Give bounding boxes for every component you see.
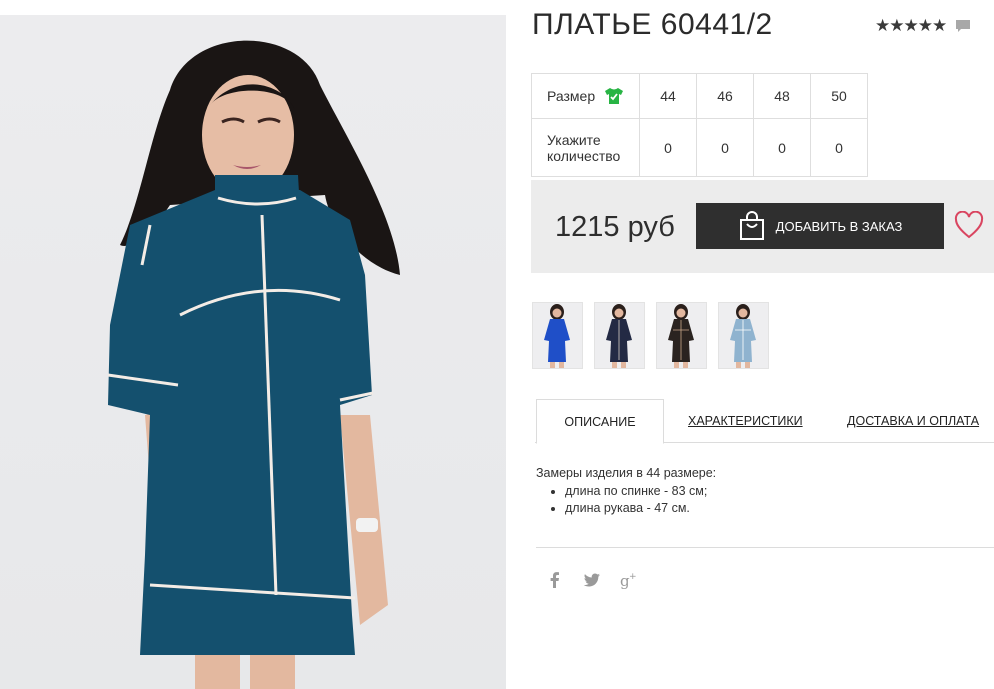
- product-title: ПЛАТЬЕ 60441/2: [532, 8, 773, 41]
- color-variants: [532, 302, 780, 369]
- add-to-order-button[interactable]: ДОБАВИТЬ В ЗАКАЗ: [696, 203, 944, 249]
- add-to-order-label: ДОБАВИТЬ В ЗАКАЗ: [775, 218, 903, 234]
- comment-icon[interactable]: [955, 18, 971, 34]
- size-50: 50: [810, 73, 868, 119]
- quantity-label: Укажите количество: [531, 118, 640, 177]
- buy-panel: 1215 руб ДОБАВИТЬ В ЗАКАЗ: [531, 180, 994, 273]
- tshirt-icon[interactable]: [604, 86, 624, 106]
- quantity-input-44[interactable]: 0: [639, 118, 697, 177]
- dress-thumbnail-blue: [544, 304, 570, 368]
- size-row: Размер 44 46 48 50: [531, 73, 868, 119]
- size-48: 48: [753, 73, 811, 119]
- product-price: 1215 руб: [555, 211, 675, 243]
- tab-delivery-payment[interactable]: ДОСТАВКА И ОПЛАТА: [847, 399, 979, 443]
- description-list: длина по спинке - 83 см; длина рукава - …: [536, 484, 716, 515]
- description-intro: Замеры изделия в 44 размере:: [536, 466, 717, 480]
- model-in-dress-illustration: [107, 40, 400, 689]
- social-share: g +: [546, 571, 657, 589]
- section-divider: [536, 547, 994, 548]
- description-item: длина по спинке - 83 см;: [565, 484, 716, 498]
- quantity-value: 0: [664, 139, 672, 156]
- quantity-value: 0: [835, 139, 843, 156]
- dress-thumbnail-black: [668, 304, 694, 368]
- quantity-input-50[interactable]: 0: [810, 118, 868, 177]
- variant-thumbnail-blue[interactable]: [532, 302, 583, 369]
- facebook-icon[interactable]: [546, 571, 564, 589]
- variant-thumbnail-black[interactable]: [656, 302, 707, 369]
- quantity-value: 0: [778, 139, 786, 156]
- heart-icon[interactable]: [954, 211, 984, 239]
- size-quantity-table: Размер 44 46 48 50 Укажите количество 0 …: [531, 73, 868, 177]
- quantity-value: 0: [721, 139, 729, 156]
- dress-thumbnail-light-blue: [730, 304, 756, 368]
- size-46: 46: [696, 73, 754, 119]
- variant-thumbnail-light-blue[interactable]: [718, 302, 769, 369]
- shopping-bag-icon: [739, 211, 764, 240]
- twitter-icon[interactable]: [583, 571, 601, 589]
- description-item: длина рукава - 47 см.: [565, 501, 716, 515]
- quantity-input-48[interactable]: 0: [753, 118, 811, 177]
- rating-stars: ★★★★★: [875, 16, 947, 35]
- tab-characteristics[interactable]: ХАРАКТЕРИСТИКИ: [688, 399, 803, 443]
- size-label-cell: Размер: [531, 73, 640, 119]
- tab-description[interactable]: ОПИСАНИЕ: [536, 399, 664, 444]
- product-main-photo[interactable]: [0, 15, 506, 689]
- product-tabs: ОПИСАНИЕ ХАРАКТЕРИСТИКИ ДОСТАВКА И ОПЛАТ…: [535, 399, 994, 444]
- variant-thumbnail-navy[interactable]: [594, 302, 645, 369]
- quantity-input-46[interactable]: 0: [696, 118, 754, 177]
- dress-thumbnail-navy: [606, 304, 632, 368]
- size-44: 44: [639, 73, 697, 119]
- svg-text:+: +: [629, 572, 637, 582]
- size-label: Размер: [547, 88, 596, 104]
- quantity-row: Укажите количество 0 0 0 0: [531, 118, 868, 177]
- product-description: Замеры изделия в 44 размере: длина по сп…: [536, 466, 716, 518]
- google-plus-icon[interactable]: g +: [620, 571, 638, 589]
- product-rating[interactable]: ★★★★★: [875, 16, 971, 36]
